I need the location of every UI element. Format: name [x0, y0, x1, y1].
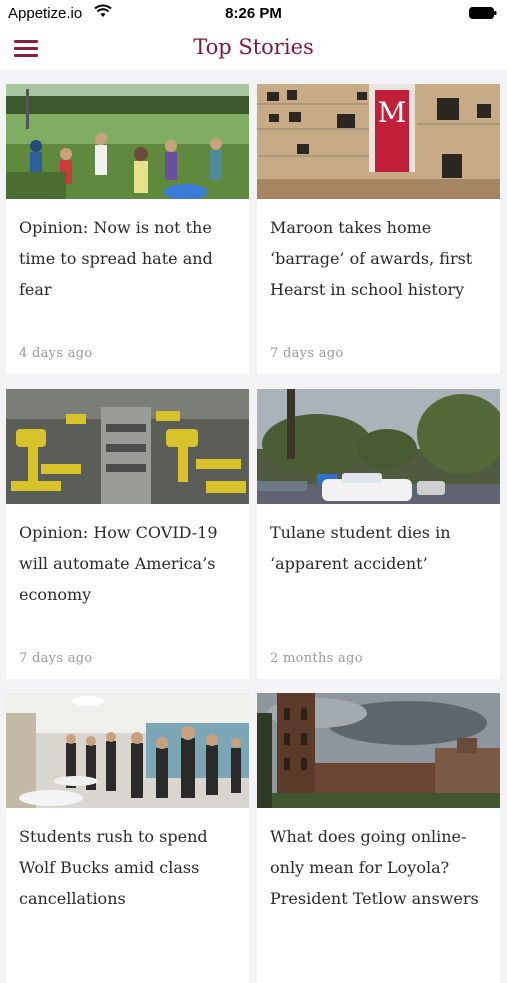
- battery-icon: [469, 7, 497, 19]
- story-card[interactable]: Opinion: Now is not the time to spread h…: [6, 84, 249, 374]
- story-headline: Maroon takes home ‘barrage’ of awards, f…: [270, 218, 473, 299]
- story-image-dining-hall: [6, 693, 249, 808]
- story-timestamp: 7 days ago: [19, 651, 93, 666]
- story-card[interactable]: M Maroon takes home ‘barrage’ of awards,…: [257, 84, 500, 374]
- story-image-factory-robots: [6, 389, 249, 504]
- story-card[interactable]: What does going online-only mean for Loy…: [257, 693, 500, 983]
- story-headline: Students rush to spend Wolf Bucks amid c…: [19, 827, 208, 908]
- story-card[interactable]: Opinion: How COVID-19 will automate Amer…: [6, 389, 249, 679]
- story-headline: Opinion: How COVID-19 will automate Amer…: [19, 523, 218, 604]
- story-headline: Tulane student dies in ‘apparent acciden…: [270, 523, 451, 573]
- story-image-awards-wall: M: [257, 84, 500, 199]
- page-title: Top Stories: [193, 35, 314, 59]
- story-image-crowd-park: [6, 84, 249, 199]
- story-timestamp: 4 days ago: [19, 346, 93, 361]
- status-bar: Appetize.io 8:26 PM: [0, 0, 507, 28]
- banner-letter: M: [378, 96, 407, 129]
- story-headline: What does going online-only mean for Loy…: [270, 827, 479, 908]
- story-card[interactable]: Students rush to spend Wolf Bucks amid c…: [6, 693, 249, 983]
- top-nav-bar: Top Stories: [0, 28, 507, 70]
- story-image-campus-building: [257, 693, 500, 808]
- story-card[interactable]: Tulane student dies in ‘apparent acciden…: [257, 389, 500, 679]
- story-image-police-scene: [257, 389, 500, 504]
- story-timestamp: 2 months ago: [270, 651, 363, 666]
- story-timestamp: 7 days ago: [270, 346, 344, 361]
- story-headline: Opinion: Now is not the time to spread h…: [19, 218, 213, 299]
- status-time: 8:26 PM: [225, 5, 282, 22]
